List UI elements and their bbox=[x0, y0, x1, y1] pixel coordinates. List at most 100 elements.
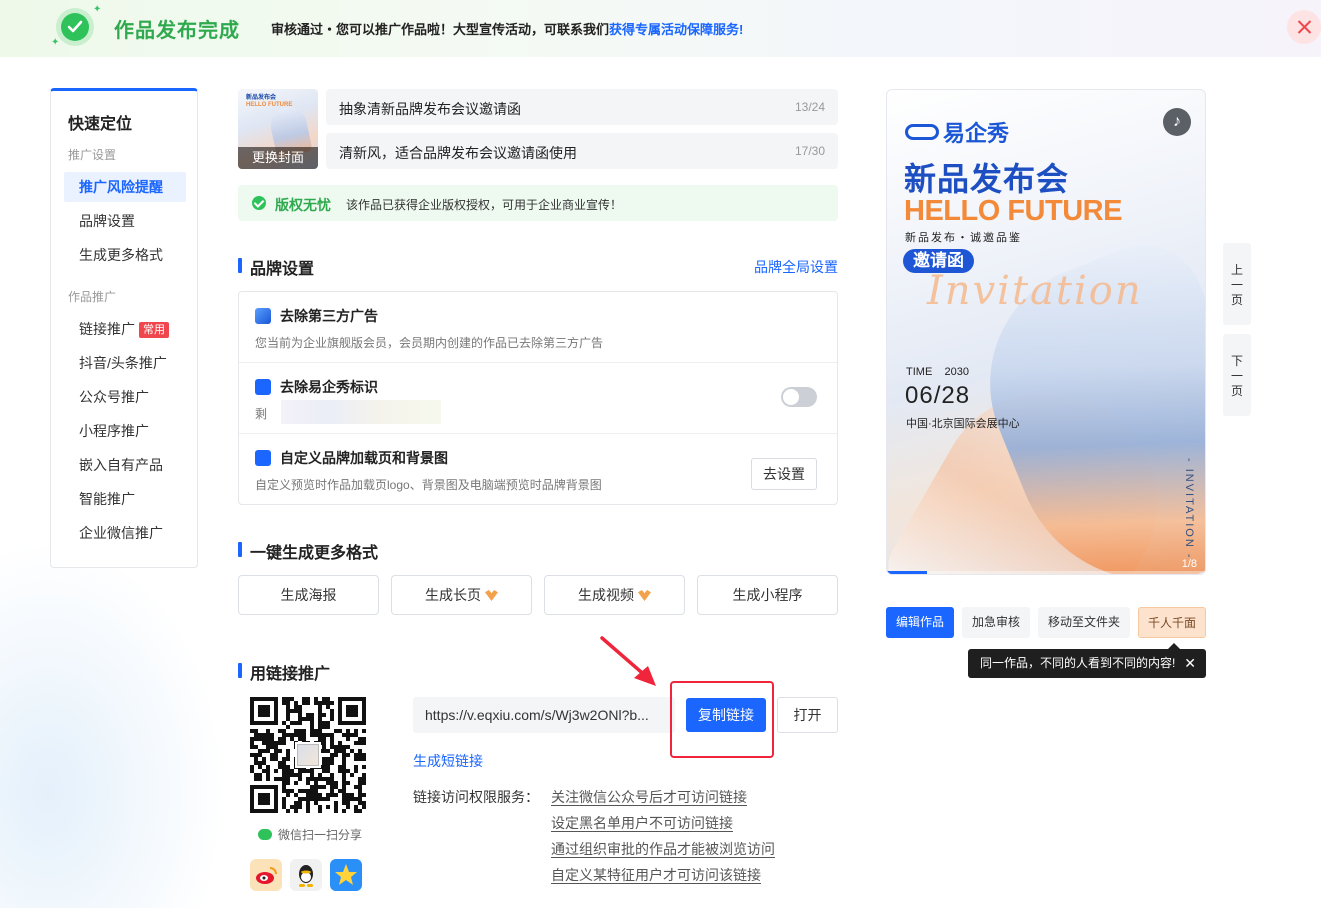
generate-video-button[interactable]: 生成视频 bbox=[544, 575, 685, 615]
perm-link-org-approval[interactable]: 通过组织审批的作品才能被浏览访问 bbox=[551, 839, 775, 859]
generate-short-link[interactable]: 生成短链接 bbox=[413, 751, 483, 771]
cover-thumbnail[interactable]: 新品发布会 HELLO FUTURE 更换封面 bbox=[238, 89, 318, 169]
copyright-notice: 版权无忧 该作品已获得企业版权授权，可用于企业商业宣传！ bbox=[238, 185, 838, 221]
formats-title: 一键生成更多格式 bbox=[238, 539, 378, 563]
poster-preview[interactable]: 易企秀 ♪ 新品发布会 HELLO FUTURE 新品发布・诚邀品鉴 邀请函 I… bbox=[886, 89, 1206, 575]
generate-poster-button[interactable]: 生成海报 bbox=[238, 575, 379, 615]
edit-work-button[interactable]: 编辑作品 bbox=[886, 607, 954, 638]
ad-remove-icon bbox=[255, 308, 271, 324]
qr-code bbox=[250, 697, 366, 813]
brand-settings-panel: 去除第三方广告 您当前为企业旗舰版会员，会员期内创建的作品已去除第三方广告 去除… bbox=[238, 291, 838, 505]
title-counter: 13/24 bbox=[794, 100, 825, 114]
link-promo-title: 用链接推广 bbox=[238, 660, 330, 684]
brand-row-title: 自定义品牌加载页和背景图 bbox=[280, 450, 448, 466]
wechat-icon bbox=[258, 829, 272, 840]
sparkle-icon: ✦ bbox=[93, 4, 102, 15]
sidebar-item-wecom[interactable]: 企业微信推广 bbox=[64, 518, 186, 548]
qq-icon[interactable] bbox=[290, 859, 322, 891]
perm-link-follow-wechat[interactable]: 关注微信公众号后才可访问链接 bbox=[551, 787, 747, 807]
urgent-review-button[interactable]: 加急审核 bbox=[962, 607, 1030, 638]
move-to-folder-button[interactable]: 移动至文件夹 bbox=[1038, 607, 1130, 638]
brand-global-settings-link[interactable]: 品牌全局设置 bbox=[754, 257, 838, 277]
go-settings-button[interactable]: 去设置 bbox=[751, 458, 817, 490]
poster-headline: 新品发布会 bbox=[904, 161, 1070, 197]
brand-row-custom-loading: 自定义品牌加载页和背景图 自定义预览时作品加载页logo、背景图及电脑端预览时品… bbox=[239, 434, 837, 505]
sidebar-item-douyin[interactable]: 抖音/头条推广 bbox=[64, 348, 186, 378]
personalize-tooltip: 同一作品，不同的人看到不同的内容! ✕ bbox=[968, 643, 1206, 678]
sidebar-item-official-account[interactable]: 公众号推广 bbox=[64, 382, 186, 412]
copyright-label: 版权无忧 bbox=[275, 197, 331, 213]
poster-hello: HELLO FUTURE bbox=[904, 195, 1122, 227]
sidebar-item-embed[interactable]: 嵌入自有产品 bbox=[64, 450, 186, 480]
sidebar-group-label: 推广设置 bbox=[68, 148, 117, 162]
sidebar-item-mini-program[interactable]: 小程序推广 bbox=[64, 416, 186, 446]
banner-message: 审核通过・您可以推广作品啦！大型宣传活动，可联系我们获得专属活动保障服务! bbox=[271, 22, 744, 37]
sidebar-item-smart-promo[interactable]: 智能推广 bbox=[64, 484, 186, 514]
poster-logo: 易企秀 bbox=[905, 116, 1009, 148]
brand-settings-title: 品牌设置 bbox=[238, 255, 314, 279]
close-banner-button[interactable] bbox=[1287, 10, 1321, 44]
qr-logo bbox=[295, 742, 321, 768]
copy-link-button[interactable]: 复制链接 bbox=[686, 698, 766, 732]
poster-date: 06/28 bbox=[905, 382, 971, 409]
brand-row-title: 去除易企秀标识 bbox=[280, 379, 378, 395]
brand-row-remove-logo: 去除易企秀标识 剩 bbox=[239, 363, 837, 434]
blurred-content bbox=[281, 400, 441, 424]
perm-link-custom-users[interactable]: 自定义某特征用户才可访问该链接 bbox=[551, 865, 761, 885]
description-counter: 17/30 bbox=[794, 144, 825, 158]
perm-link-blacklist[interactable]: 设定黑名单用户不可访问链接 bbox=[551, 813, 733, 833]
poster-place: 中国·北京国际会展中心 bbox=[906, 418, 1020, 430]
vip-crown-icon bbox=[638, 590, 651, 601]
permission-label: 链接访问权限服务： bbox=[413, 789, 539, 805]
brand-row-desc: 您当前为企业旗舰版会员，会员期内创建的作品已去除第三方广告 bbox=[255, 336, 604, 350]
qzone-icon[interactable] bbox=[330, 859, 362, 891]
sidebar-item-link-promo[interactable]: 链接推广 常用 bbox=[64, 314, 186, 344]
banner-title: 作品发布完成 bbox=[114, 20, 240, 42]
background-glow bbox=[0, 520, 240, 908]
copyright-desc: 该作品已获得企业版权授权，可用于企业商业宣传！ bbox=[346, 198, 623, 212]
sidebar-item-brand-settings[interactable]: 品牌设置 bbox=[64, 206, 186, 236]
brand-row-desc: 剩 bbox=[255, 407, 268, 421]
remove-logo-toggle[interactable] bbox=[781, 387, 817, 407]
weibo-icon[interactable] bbox=[250, 859, 282, 891]
sidebar-item-risk-reminder[interactable]: 推广风险提醒 bbox=[64, 172, 186, 202]
poster-vertical-text: - INVITATION - bbox=[1183, 458, 1195, 560]
prev-page-button[interactable]: 上一页 bbox=[1223, 243, 1251, 325]
generate-miniprogram-button[interactable]: 生成小程序 bbox=[697, 575, 838, 615]
personalize-button[interactable]: 千人千面 bbox=[1138, 607, 1206, 638]
description-value: 清新风，适合品牌发布会议邀请函使用 bbox=[339, 145, 577, 161]
vip-crown-icon bbox=[485, 590, 498, 601]
brand-row-desc: 自定义预览时作品加载页logo、背景图及电脑端预览时品牌背景图 bbox=[255, 478, 602, 492]
wechat-share-hint: 微信扫一扫分享 bbox=[258, 826, 362, 843]
poster-page-indicator: 1/8 bbox=[1181, 558, 1197, 570]
success-check-icon bbox=[61, 13, 89, 41]
title-value: 抽象清新品牌发布会议邀请函 bbox=[339, 101, 521, 117]
publish-success-banner: ✦ ✦ 作品发布完成 审核通过・您可以推广作品啦！大型宣传活动，可联系我们获得专… bbox=[0, 0, 1321, 57]
poster-progress bbox=[887, 571, 1205, 574]
quick-nav-sidebar: 快速定位 推广设置 推广风险提醒 品牌设置 生成更多格式 作品推广 链接推广 常用… bbox=[50, 88, 198, 568]
brand-row-title: 去除第三方广告 bbox=[280, 308, 378, 324]
eqxiu-logo-icon bbox=[905, 124, 939, 140]
eqxiu-logo-icon bbox=[255, 379, 271, 395]
close-icon[interactable]: ✕ bbox=[1184, 649, 1196, 678]
activity-service-link[interactable]: 获得专属活动保障服务! bbox=[609, 22, 743, 37]
sidebar-group-label: 作品推广 bbox=[68, 290, 117, 304]
next-page-button[interactable]: 下一页 bbox=[1223, 334, 1251, 416]
share-url-field[interactable]: https://v.eqxiu.com/s/Wj3w2ONl?b... bbox=[413, 697, 675, 733]
poster-time: TIME 2030 bbox=[906, 366, 969, 378]
red-arrow-icon bbox=[600, 636, 656, 686]
generate-longpage-button[interactable]: 生成长页 bbox=[391, 575, 532, 615]
poster-progress-fill bbox=[887, 571, 927, 574]
title-input[interactable]: 抽象清新品牌发布会议邀请函 13/24 bbox=[326, 89, 838, 125]
sidebar-item-more-formats[interactable]: 生成更多格式 bbox=[64, 240, 186, 270]
sparkle-icon: ✦ bbox=[51, 37, 60, 48]
sidebar-title: 快速定位 bbox=[68, 116, 133, 133]
change-cover-button[interactable]: 更换封面 bbox=[238, 147, 318, 169]
check-circle-icon bbox=[252, 196, 266, 210]
hot-tag: 常用 bbox=[139, 322, 169, 338]
music-note-icon[interactable]: ♪ bbox=[1163, 108, 1191, 136]
eqxiu-logo-icon bbox=[255, 450, 271, 466]
description-input[interactable]: 清新风，适合品牌发布会议邀请函使用 17/30 bbox=[326, 133, 838, 169]
open-link-button[interactable]: 打开 bbox=[777, 697, 838, 733]
poster-script: Invitation bbox=[927, 268, 1143, 314]
